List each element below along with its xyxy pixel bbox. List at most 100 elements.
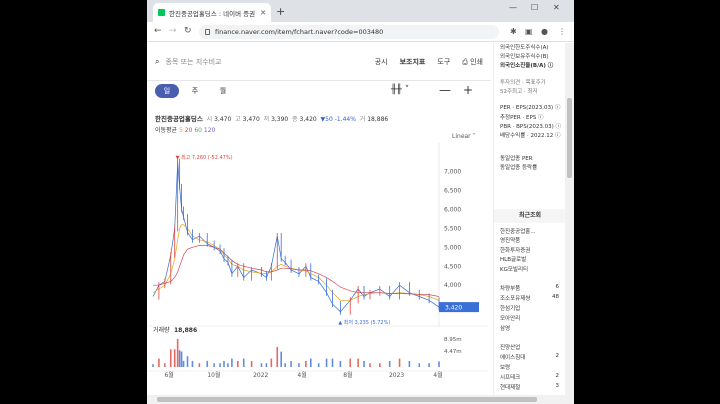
profile-icon[interactable]: ●	[541, 27, 548, 36]
max-price-label: ▼ 최고 7,260 (-52.47%)	[176, 154, 233, 161]
forward-icon[interactable]: →	[169, 26, 177, 36]
scale-selector[interactable]: Linear ˅	[452, 133, 476, 140]
side-52w: 52주최고 · 최저	[500, 89, 538, 95]
y-tick-label: 5,000	[444, 244, 461, 251]
address-bar: ← → ↻ finance.naver.com/item/fchart.nave…	[147, 22, 574, 42]
side-per: PER · EPS(2023.03) ⓘ	[500, 105, 561, 111]
recent-item[interactable]: 한화투자증권	[500, 246, 530, 254]
reload-icon[interactable]: ↻	[184, 26, 192, 36]
side-opinion: 투자의견 · 목표주가	[500, 80, 546, 86]
tab-title: 한진중공업홀딩스 : 네이버 증권	[169, 9, 256, 18]
price-chart[interactable]: 7,000 6,500 6,000 5,500 5,000 4,500 4,000 ▼ 최고 …	[147, 141, 491, 401]
side-count: 6	[555, 284, 560, 290]
scale-label: Linear	[452, 133, 471, 140]
vertical-scroll-thumb[interactable]	[567, 98, 572, 178]
lock-icon	[205, 29, 210, 35]
x-tick-label: 4월	[433, 371, 442, 379]
horizontal-scrollbar[interactable]	[147, 395, 565, 404]
volume-bar	[178, 350, 181, 367]
new-tab-icon[interactable]: +	[276, 5, 285, 18]
minimize-icon[interactable]: —	[509, 3, 517, 12]
volume-bar	[363, 360, 365, 367]
recent-item[interactable]: HLB글로벌	[500, 255, 526, 263]
side-item[interactable]: 삼영	[500, 324, 510, 332]
volume-bar	[164, 363, 166, 367]
volume-bar	[198, 363, 201, 367]
volume-bar	[270, 358, 273, 367]
volume-bar	[250, 360, 253, 367]
close-value: 3,420	[299, 116, 317, 123]
volume-bar	[176, 339, 179, 367]
recent-views-header: 최근조회	[494, 209, 566, 223]
volume-bar	[284, 363, 286, 367]
browser-tab[interactable]: 한진중공업홀딩스 : 네이버 증권 ✕	[153, 3, 271, 22]
search-input[interactable]: 종목 또는 지수비교	[165, 57, 362, 67]
indicators-link[interactable]: 보조지표	[400, 57, 426, 67]
zoom-out-icon[interactable]: —	[439, 83, 451, 97]
x-tick-label: 6월	[164, 371, 173, 379]
side-item[interactable]: 모아안리	[500, 314, 520, 322]
horizontal-scroll-thumb[interactable]	[157, 397, 537, 402]
side-dividend: 배당수익률 · 2022.12 ⓘ	[500, 133, 561, 139]
side-count: 2	[555, 373, 560, 379]
side-industry-rate: 동일업종 등락률	[500, 165, 538, 171]
volume-bar	[158, 358, 160, 367]
side-item[interactable]: 시프테크	[500, 373, 520, 381]
volume-bar	[213, 363, 215, 367]
recent-item[interactable]: KG모빌리티	[500, 265, 528, 273]
volume-bar	[418, 363, 421, 367]
volume-bar	[339, 360, 342, 367]
side-foreign-limit: 외국인한도주식수(A)	[500, 45, 549, 51]
url-field[interactable]: finance.naver.com/item/fchart.naver?code…	[199, 25, 499, 39]
volume-pane-label: 거래량	[153, 326, 170, 334]
sidepanel-icon[interactable]: ▣	[525, 27, 533, 36]
side-est-per: 추정PER · EPS ⓘ	[500, 115, 544, 121]
close-window-icon[interactable]: ✕	[553, 3, 560, 12]
volume-bar	[276, 346, 279, 367]
print-icon: ⎙	[462, 57, 468, 66]
min-price-label: ▲ 최저 3,235 (5.72%)	[338, 319, 390, 326]
volume-bar	[186, 356, 189, 367]
high-label: 고	[235, 116, 241, 123]
disclosure-link[interactable]: 공시	[375, 57, 388, 67]
search-icon[interactable]: ⌕	[155, 57, 159, 67]
back-icon[interactable]: ←	[154, 26, 162, 36]
recent-item[interactable]: 한진중공업홀...	[500, 227, 536, 235]
vertical-scrollbar[interactable]	[565, 43, 574, 404]
maximize-icon[interactable]: ☐	[531, 3, 538, 12]
volume-bar	[173, 349, 176, 367]
side-count: 48	[552, 294, 559, 300]
side-item[interactable]: 진양산업	[500, 343, 520, 351]
side-item[interactable]: 현대제철	[500, 383, 520, 391]
low-label: 저	[263, 116, 270, 123]
extensions-icon[interactable]: ✱	[510, 27, 517, 36]
zoom-in-icon[interactable]: +	[463, 83, 473, 97]
side-item[interactable]: 차량부품	[500, 284, 520, 292]
side-foreign-held: 외국인보유주식수(B)	[500, 54, 549, 60]
side-item[interactable]: 보령	[500, 363, 510, 371]
ma-label: 이동평균	[155, 127, 178, 134]
print-link[interactable]: ⎙ 인쇄	[462, 57, 483, 67]
side-item[interactable]: 한섬기업	[500, 304, 520, 312]
side-item[interactable]: 에이스침대	[500, 353, 525, 361]
tab-close-icon[interactable]: ✕	[260, 9, 266, 17]
volume-tick-label: 4.47m	[444, 349, 462, 355]
low-value: 3,390	[271, 116, 289, 123]
volume-bar	[388, 360, 391, 367]
volume-bar	[298, 363, 300, 367]
candlestick-type-icon[interactable]: ╫╫ ˅	[391, 85, 409, 95]
period-week-button[interactable]: 주	[183, 84, 207, 98]
tools-link[interactable]: 도구	[437, 57, 450, 67]
volume-bar	[317, 363, 320, 367]
side-item[interactable]: 조소포유제썅	[500, 294, 530, 302]
volume-bar	[290, 360, 292, 367]
stock-summary: 한진중공업홀딩스 시 3,470 고 3,470 저 3,390 종 3,420…	[155, 113, 388, 123]
side-count: 3	[555, 383, 560, 389]
period-month-button[interactable]: 월	[211, 84, 235, 98]
volume-bar	[223, 360, 225, 367]
recent-item[interactable]: 영진약품	[500, 236, 520, 244]
y-tick-label: 4,000	[444, 282, 461, 289]
period-day-button[interactable]: 일	[155, 84, 179, 98]
volume-bar	[369, 363, 371, 367]
menu-icon[interactable]: ⋮	[558, 27, 566, 36]
